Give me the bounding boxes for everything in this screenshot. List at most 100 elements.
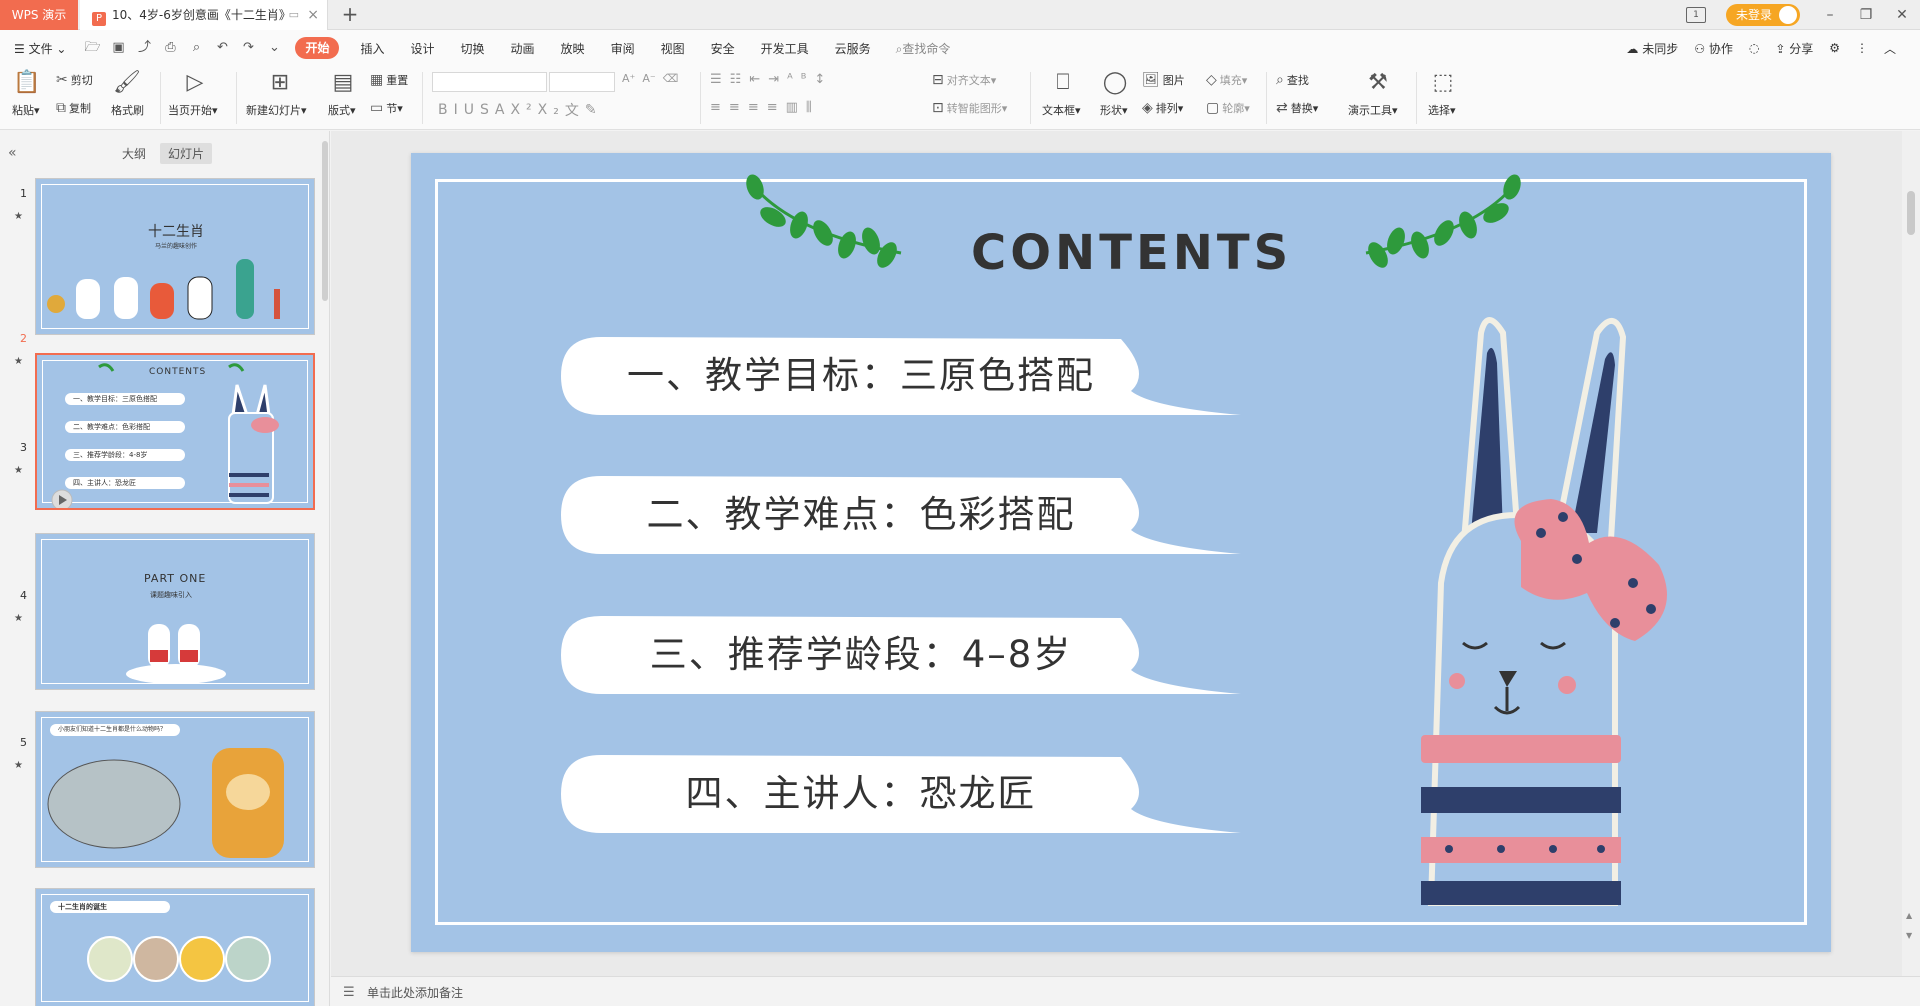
replace-button[interactable]: ⇄ 替换 ▾ (1276, 100, 1318, 116)
align-buttons[interactable]: ≡ ≡ ≡ ≡ ▥ ⫼ (710, 100, 820, 115)
redo-icon[interactable]: ↷ (240, 40, 256, 56)
monitor-icon[interactable]: ▭ (289, 0, 299, 30)
picture-button[interactable]: 🖼 图片 (1142, 72, 1185, 88)
paste-icon[interactable]: 📋 (12, 70, 42, 96)
content-item-4[interactable]: 四、主讲人：恐龙匠 (561, 751, 1251, 837)
scroll-down-icon[interactable]: ▼ (1906, 931, 1912, 940)
textbox-icon[interactable]: ⎕ (1048, 70, 1078, 96)
search-command[interactable]: ⌕查找命令 (896, 40, 951, 57)
restore-icon[interactable]: ❐ (1848, 0, 1884, 30)
font-family-select[interactable] (432, 72, 547, 92)
new-slide-button[interactable]: 新建幻灯片 ▾ (246, 102, 307, 118)
arrange-button[interactable]: ◈ 排列 ▾ (1142, 100, 1183, 116)
reset-button[interactable]: ▦ 重置 (370, 72, 408, 88)
current-slide[interactable]: CONTENTS 一、教学目标：三原色搭配 二、教学难点：色彩搭配 三、推荐学龄… (411, 153, 1831, 952)
bunny-illustration[interactable] (1401, 303, 1741, 923)
find-button[interactable]: ⌕ 查找 (1276, 72, 1309, 88)
list-buttons[interactable]: ☰ ☷ ⇤ ⇥ ᴬᴮ ↕ (710, 72, 833, 87)
layout-switch-button[interactable]: 1 (1685, 7, 1706, 23)
new-tab-button[interactable]: + (338, 0, 362, 30)
cut-button[interactable]: ✂ 剪切 (56, 72, 93, 88)
scroll-up-icon[interactable]: ▲ (1906, 911, 1912, 920)
tab-outline[interactable]: 大纲 (114, 143, 154, 164)
play-slide-icon[interactable] (51, 489, 73, 510)
from-current-button[interactable]: 当页开始 ▾ (168, 102, 218, 118)
collapse-ribbon-icon[interactable]: ︿ (1884, 40, 1896, 57)
tab-developer[interactable]: 开发工具 (748, 40, 822, 57)
shape-button[interactable]: 形状 ▾ (1100, 102, 1128, 118)
tab-cloud[interactable]: 云服务 (822, 40, 884, 57)
shape-icon[interactable]: ◯ (1100, 70, 1130, 96)
paste-button[interactable]: 粘贴 ▾ (12, 102, 40, 118)
tab-view[interactable]: 视图 (648, 40, 698, 57)
notes-placeholder[interactable]: 单击此处添加备注 (367, 984, 463, 1001)
slide-thumbnail-5[interactable]: 十二生肖的诞生 (35, 888, 315, 1006)
tab-slides[interactable]: 幻灯片 (160, 143, 213, 164)
font-size-buttons[interactable]: A⁺ A⁻ ⌫ (622, 72, 678, 85)
format-painter-icon[interactable]: 🖌 (112, 70, 142, 96)
login-button[interactable]: 未登录 (1725, 4, 1800, 26)
select-icon[interactable]: ⬚ (1428, 70, 1458, 96)
new-slide-icon[interactable]: ⊞ (265, 70, 295, 96)
tab-home[interactable]: 开始 (295, 37, 340, 59)
more-icon[interactable]: ⋮ (1856, 41, 1868, 55)
section-button[interactable]: ▭ 节 ▾ (370, 100, 403, 116)
tab-review[interactable]: 审阅 (598, 40, 648, 57)
tab-animation[interactable]: 动画 (498, 40, 548, 57)
customize-dropdown-icon[interactable]: ⌄ (266, 40, 282, 56)
tab-security[interactable]: 安全 (698, 40, 748, 57)
tab-transition[interactable]: 切换 (448, 40, 498, 57)
slide-thumbnail-2[interactable]: CONTENTS 一、教学目标：三原色搭配 二、教学难点：色彩搭配 三、推荐学龄… (35, 353, 315, 510)
canvas-scrollbar[interactable]: ▲ ▼ (1902, 131, 1920, 976)
notes-bar[interactable]: ☰ 单击此处添加备注 (331, 976, 1920, 1006)
export-icon[interactable]: ⤴ (136, 40, 152, 56)
ribbon-divider (1266, 72, 1267, 124)
select-button[interactable]: 选择 ▾ (1428, 102, 1456, 118)
present-tools-icon[interactable]: ⚒ (1363, 70, 1393, 96)
content-item-2[interactable]: 二、教学难点：色彩搭配 (561, 472, 1251, 558)
fill-button[interactable]: ◇ 填充 ▾ (1206, 72, 1247, 88)
scrollbar-thumb[interactable] (1907, 191, 1915, 235)
text-style-buttons[interactable]: B I U S A X² X₂ 文 ✎ (438, 100, 603, 120)
format-painter-button[interactable]: 格式刷 (111, 102, 144, 118)
textbox-button[interactable]: 文本框 ▾ (1042, 102, 1081, 118)
close-tab-icon[interactable]: × (307, 0, 319, 30)
tab-design[interactable]: 设计 (398, 40, 448, 57)
layout-icon[interactable]: ▤ (328, 70, 358, 96)
smart-shape-button[interactable]: ⊡ 转智能图形 ▾ (932, 100, 1007, 116)
open-folder-icon[interactable]: 🗁 (84, 40, 100, 56)
print-icon[interactable]: ⎙ (162, 40, 178, 56)
comment-icon[interactable]: ◌ (1749, 41, 1759, 55)
tab-insert[interactable]: 插入 (347, 40, 397, 57)
minimize-icon[interactable]: – (1812, 0, 1848, 30)
file-menu[interactable]: ☰ 文件 ⌄ (0, 40, 79, 57)
slide-title[interactable]: CONTENTS (971, 225, 1292, 281)
content-item-3[interactable]: 三、推荐学龄段：4–8岁 (561, 612, 1251, 698)
slide-thumbnail-3[interactable]: PART ONE 课题趣味引入 (35, 533, 315, 690)
slide-thumbnail-1[interactable]: 十二生肖 马兰的趣味创作 (35, 178, 315, 335)
collab-button[interactable]: ⚇ 协作 (1694, 40, 1733, 57)
slide-thumbnail-4[interactable]: 小朋友们知道十二生肖都是什么动物吗？ (35, 711, 315, 868)
undo-icon[interactable]: ↶ (214, 40, 230, 56)
save-icon[interactable]: ▣ (110, 40, 126, 56)
share-button[interactable]: ⇪ 分享 (1775, 40, 1813, 57)
panel-scrollbar[interactable] (322, 141, 328, 301)
tab-slideshow[interactable]: 放映 (548, 40, 598, 57)
document-tab[interactable]: P 10、4岁-6岁创意画《十二生肖》 ▭ × (80, 0, 328, 30)
print-preview-icon[interactable]: ⌕ (188, 40, 204, 56)
outline-button[interactable]: ▢ 轮廓 ▾ (1206, 100, 1250, 116)
sync-button[interactable]: ☁ 未同步 (1626, 40, 1678, 57)
wps-app-tab[interactable]: WPS 演示 (0, 0, 78, 30)
content-item-1[interactable]: 一、教学目标：三原色搭配 (561, 333, 1251, 419)
leaf-branch-left-icon (746, 174, 902, 268)
gear-icon[interactable]: ⚙ (1829, 41, 1840, 55)
collapse-panel-icon[interactable]: « (8, 145, 17, 161)
play-icon[interactable]: ▷ (180, 70, 210, 96)
copy-button[interactable]: ⧉ 复制 (56, 100, 91, 116)
close-window-icon[interactable]: ✕ (1884, 0, 1920, 30)
font-size-select[interactable] (549, 72, 615, 92)
present-tools-button[interactable]: 演示工具 ▾ (1348, 102, 1398, 118)
layout-button[interactable]: 版式 ▾ (328, 102, 356, 118)
slide-canvas[interactable]: CONTENTS 一、教学目标：三原色搭配 二、教学难点：色彩搭配 三、推荐学龄… (331, 131, 1920, 976)
align-text-button[interactable]: ⊟ 对齐文本 ▾ (932, 72, 996, 88)
